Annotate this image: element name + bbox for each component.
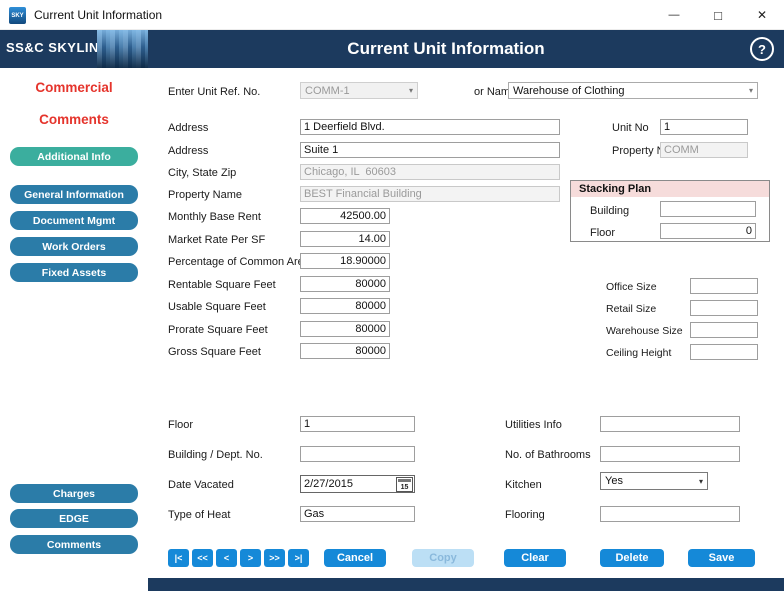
market-rate-label: Market Rate Per SF: [168, 234, 266, 246]
help-icon[interactable]: ?: [750, 37, 774, 61]
usable-sqft-input[interactable]: [300, 298, 390, 314]
address2-input[interactable]: [300, 142, 560, 158]
kitchen-label: Kitchen: [505, 479, 542, 491]
pct-common-area-label: Percentage of Common Area: [168, 256, 310, 268]
flooring-input[interactable]: [600, 506, 740, 522]
address1-input[interactable]: [300, 119, 560, 135]
stacking-floor-input[interactable]: [660, 223, 756, 239]
unit-no-input[interactable]: [660, 119, 748, 135]
rentable-sqft-label: Rentable Square Feet: [168, 279, 276, 291]
sidebar-item-general-information[interactable]: General Information: [10, 185, 138, 204]
unit-name-value: Warehouse of Clothing: [513, 84, 625, 97]
type-of-heat-input[interactable]: [300, 506, 415, 522]
warehouse-size-label: Warehouse Size: [606, 325, 683, 337]
ceiling-height-input[interactable]: [690, 344, 758, 360]
sidebar-item-document-mgmt[interactable]: Document Mgmt: [10, 211, 138, 230]
unit-ref-value: COMM-1: [305, 84, 350, 97]
bottom-bar: [148, 578, 784, 591]
app-window: SKY Current Unit Information — □ ✕ SS&C …: [0, 0, 784, 591]
sidebar-heading-comments: Comments: [39, 112, 109, 127]
brand-text: SS&C SKYLINE: [6, 40, 109, 55]
gross-sqft-input[interactable]: [300, 343, 390, 359]
address1-label: Address: [168, 122, 209, 134]
usable-sqft-label: Usable Square Feet: [168, 301, 266, 313]
building-dept-label: Building / Dept. No.: [168, 449, 263, 461]
prorate-sqft-label: Prorate Square Feet: [168, 324, 268, 336]
page-title: Current Unit Information: [347, 39, 545, 58]
nav-first-button[interactable]: |<: [168, 549, 189, 567]
retail-size-label: Retail Size: [606, 303, 657, 315]
gross-sqft-label: Gross Square Feet: [168, 346, 261, 358]
nav-forward-button[interactable]: >: [240, 549, 261, 567]
monthly-base-rent-label: Monthly Base Rent: [168, 211, 261, 223]
type-of-heat-label: Type of Heat: [168, 509, 231, 521]
sidebar-item-additional-info[interactable]: Additional Info: [10, 147, 138, 166]
bathrooms-label: No. of Bathrooms: [505, 449, 591, 461]
floor-input[interactable]: [300, 416, 415, 432]
nav-back-button[interactable]: <: [216, 549, 237, 567]
sidebar-heading-commercial: Commercial: [35, 80, 113, 95]
unit-name-dropdown[interactable]: Warehouse of Clothing ▾: [508, 82, 758, 99]
nav-fast-back-button[interactable]: <<: [192, 549, 213, 567]
skyline-graphic: [97, 30, 148, 68]
utilities-info-input[interactable]: [600, 416, 740, 432]
monthly-base-rent-input[interactable]: [300, 208, 390, 224]
window-title: Current Unit Information: [34, 8, 163, 22]
unit-ref-dropdown: COMM-1 ▾: [300, 82, 418, 99]
stacking-floor-label: Floor: [590, 227, 616, 239]
minimize-icon[interactable]: —: [652, 0, 696, 30]
flooring-label: Flooring: [505, 509, 545, 521]
sidebar-item-charges[interactable]: Charges: [10, 484, 138, 503]
bathrooms-input[interactable]: [600, 446, 740, 462]
app-header: SS&C SKYLINE® Current Unit Information ?: [0, 30, 784, 68]
office-size-input[interactable]: [690, 278, 758, 294]
delete-button[interactable]: Delete: [600, 549, 664, 567]
property-no-input: [660, 142, 748, 158]
sidebar: Commercial Comments Additional Info Gene…: [0, 68, 148, 591]
maximize-icon[interactable]: □: [696, 0, 740, 30]
office-size-label: Office Size: [606, 281, 657, 293]
retail-size-input[interactable]: [690, 300, 758, 316]
prorate-sqft-input[interactable]: [300, 321, 390, 337]
property-name-input: [300, 186, 560, 202]
sidebar-item-fixed-assets[interactable]: Fixed Assets: [10, 263, 138, 282]
kitchen-dropdown[interactable]: Yes ▾: [600, 472, 708, 490]
stacking-building-label: Building: [590, 205, 630, 217]
floor-label: Floor: [168, 419, 194, 431]
sidebar-item-edge[interactable]: EDGE: [10, 509, 138, 528]
utilities-info-label: Utilities Info: [505, 419, 562, 431]
nav-last-button[interactable]: >|: [288, 549, 309, 567]
sidebar-item-work-orders[interactable]: Work Orders: [10, 237, 138, 256]
chevron-down-icon: ▾: [698, 476, 703, 486]
property-name-label: Property Name: [168, 189, 242, 201]
stacking-plan-title: Stacking Plan: [571, 181, 769, 197]
unit-no-label: Unit No: [612, 122, 649, 134]
save-button[interactable]: Save: [688, 549, 755, 567]
copy-button: Copy: [412, 549, 474, 567]
unit-ref-label: Enter Unit Ref. No.: [168, 86, 261, 98]
date-vacated-label: Date Vacated: [168, 479, 234, 491]
city-state-zip-input: [300, 164, 560, 180]
cancel-button[interactable]: Cancel: [324, 549, 386, 567]
building-dept-input[interactable]: [300, 446, 415, 462]
warehouse-size-input[interactable]: [690, 322, 758, 338]
address2-label: Address: [168, 145, 209, 157]
market-rate-input[interactable]: [300, 231, 390, 247]
calendar-icon[interactable]: 15: [396, 477, 413, 492]
pct-common-area-input[interactable]: [300, 253, 390, 269]
chevron-down-icon: ▾: [408, 86, 413, 95]
nav-fast-forward-button[interactable]: >>: [264, 549, 285, 567]
kitchen-value: Yes: [605, 475, 623, 487]
close-icon[interactable]: ✕: [740, 0, 784, 30]
clear-button[interactable]: Clear: [504, 549, 566, 567]
ceiling-height-label: Ceiling Height: [606, 347, 672, 359]
titlebar: SKY Current Unit Information — □ ✕: [0, 0, 784, 30]
stacking-building-input[interactable]: [660, 201, 756, 217]
rentable-sqft-input[interactable]: [300, 276, 390, 292]
city-state-zip-label: City, State Zip: [168, 167, 237, 179]
chevron-down-icon: ▾: [748, 86, 753, 95]
app-icon: SKY: [9, 7, 26, 24]
sidebar-item-comments[interactable]: Comments: [10, 535, 138, 554]
